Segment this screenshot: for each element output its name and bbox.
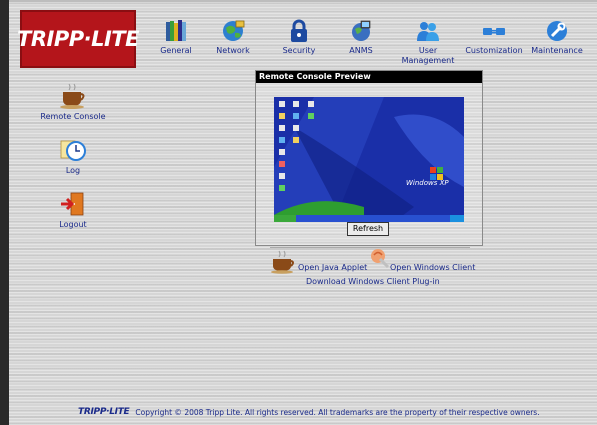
windows-client-icon xyxy=(371,249,390,269)
nav-label: Security xyxy=(282,46,316,55)
coffee-cup-icon xyxy=(271,250,294,274)
download-plugin-link[interactable]: Download Windows Client Plug-in xyxy=(306,277,440,286)
nav-label: Maintenance xyxy=(531,46,583,55)
tools-icon xyxy=(547,21,567,41)
users-icon xyxy=(417,22,439,41)
logo-text: TRIPP·LITE xyxy=(17,27,139,51)
tripp-lite-logo: TRIPP·LITE xyxy=(17,10,139,68)
anms-globe-icon xyxy=(352,20,371,41)
connector-icon xyxy=(483,28,505,35)
remote-console-preview-panel: Remote Console Preview Windows XP Refres… xyxy=(255,70,483,246)
top-divider xyxy=(9,0,597,2)
nav-item-network[interactable]: Network xyxy=(200,18,266,56)
open-windows-client-link[interactable]: Open Windows Client xyxy=(368,246,478,274)
books-icon xyxy=(166,20,186,41)
open-java-applet-link[interactable]: Open Java Applet xyxy=(270,250,370,274)
windows-xp-label: Windows XP xyxy=(406,179,449,187)
copyright-text: Copyright © 2008 Tripp Lite. All rights … xyxy=(135,407,540,417)
footer: TRIPP·LITE Copyright © 2008 Tripp Lite. … xyxy=(78,404,588,420)
top-nav: General Network Security ANMS User Manag… xyxy=(150,18,590,72)
footer-logo: TRIPP·LITE xyxy=(78,407,130,417)
nav-item-maintenance[interactable]: Maintenance xyxy=(524,18,590,56)
nav-label: ANMS xyxy=(349,46,373,55)
padlock-icon xyxy=(291,19,307,42)
java-applet-label: Open Java Applet xyxy=(298,263,368,272)
desktop-thumbnail xyxy=(274,97,464,222)
nav-item-user-management[interactable]: User Management xyxy=(395,18,461,66)
sidebar-item-log[interactable]: Log xyxy=(33,136,113,175)
nav-item-security[interactable]: Security xyxy=(266,18,332,56)
sidebar-item-label: Log xyxy=(65,166,81,175)
exit-door-icon xyxy=(61,192,84,216)
refresh-button[interactable]: Refresh xyxy=(347,222,389,236)
nav-item-anms[interactable]: ANMS xyxy=(328,18,394,56)
nav-label: User Management xyxy=(401,46,455,65)
desktop-preview-screen[interactable]: Windows XP xyxy=(274,97,464,222)
sidebar-item-logout[interactable]: Logout xyxy=(33,190,113,229)
network-globe-icon xyxy=(223,20,245,41)
nav-label: Customization xyxy=(465,46,523,55)
preview-title: Remote Console Preview xyxy=(256,71,482,83)
sidebar-item-label: Remote Console xyxy=(40,112,106,121)
nav-item-customization[interactable]: Customization xyxy=(461,18,527,56)
nav-label: Network xyxy=(216,46,250,55)
sidebar-item-remote-console[interactable]: Remote Console xyxy=(33,82,113,121)
clock-icon xyxy=(60,140,86,161)
sidebar-item-label: Logout xyxy=(59,220,87,229)
windows-client-label: Open Windows Client xyxy=(390,263,476,272)
coffee-cup-icon xyxy=(60,83,85,109)
